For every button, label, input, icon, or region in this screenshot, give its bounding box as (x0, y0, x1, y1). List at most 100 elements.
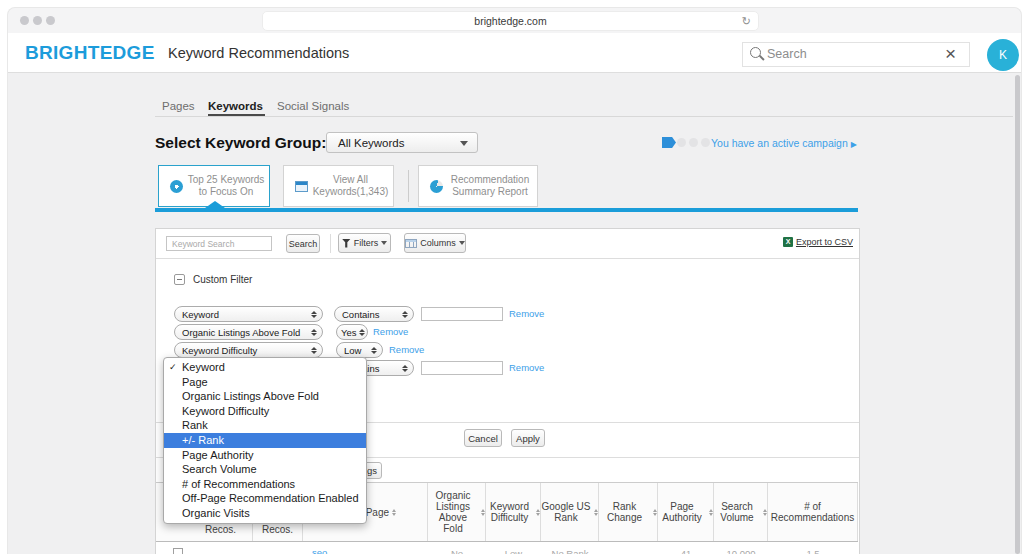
field-dropdown-menu: ✓KeywordPageOrganic Listings Above FoldK… (163, 357, 367, 524)
column-header[interactable]: Rank Change (599, 483, 658, 541)
menu-item[interactable]: Page Authority (164, 448, 366, 463)
scrollbar-thumb[interactable] (1015, 75, 1020, 554)
active-section-bar (155, 208, 858, 212)
excel-icon: X (783, 237, 793, 247)
menu-item[interactable]: Keyword Difficulty (164, 404, 366, 419)
sort-icon[interactable] (481, 509, 485, 516)
row-value: Low (505, 548, 522, 554)
app-header: BRIGHTEDGE Keyword Recommendations Searc… (8, 33, 1021, 73)
checkmark-icon: ✓ (169, 360, 177, 375)
custom-filter-label: Custom Filter (193, 274, 252, 285)
keyword-group-select[interactable]: All Keywords (326, 132, 478, 153)
keyword-group-label: Select Keyword Group: (155, 134, 326, 152)
stepper-icon (402, 311, 408, 319)
chevron-down-icon (459, 241, 465, 245)
stepper-icon (371, 347, 377, 355)
url-text: brightedge.com (474, 15, 546, 27)
tab-keywords[interactable]: Keywords (208, 100, 263, 112)
row-value: 10,000 (726, 548, 755, 554)
filter-select[interactable]: Keyword Difficulty (174, 342, 323, 358)
stepper-icon (311, 347, 317, 355)
sort-icon[interactable] (594, 509, 598, 516)
toolbar-separator (330, 234, 331, 253)
stepper-icon (402, 365, 408, 373)
header-search-box[interactable]: Search × (742, 42, 970, 67)
view-card-2[interactable]: RecommendationSummary Report (418, 165, 538, 207)
view-card-label: View AllKeywords(1,343) (308, 174, 393, 199)
close-icon[interactable]: × (945, 43, 956, 65)
filter-select[interactable]: Contains (334, 306, 414, 322)
active-campaign-link[interactable]: You have an active campaign ▶ (711, 137, 857, 149)
menu-item[interactable]: Organic Listings Above Fold (164, 389, 366, 404)
row-value: No (451, 548, 463, 554)
menu-item[interactable]: ✓Keyword (164, 360, 366, 375)
collapse-icon[interactable] (174, 274, 185, 285)
stepper-icon (311, 329, 317, 337)
pie-icon (430, 180, 443, 193)
browser-window: brightedge.com ↻ BRIGHTEDGE Keyword Reco… (8, 8, 1021, 554)
brightedge-logo: BRIGHTEDGE (25, 42, 155, 64)
remove-filter-link[interactable]: Remove (373, 326, 408, 337)
tab-social-signals[interactable]: Social Signals (277, 100, 349, 112)
column-header[interactable]: Google US Rank (541, 483, 599, 541)
sort-icon[interactable] (392, 509, 396, 516)
remove-filter-link[interactable]: Remove (389, 344, 424, 355)
chevron-down-icon (460, 141, 468, 146)
filter-select[interactable]: Keyword (174, 306, 323, 322)
search-button[interactable]: Search (286, 234, 320, 253)
filter-select[interactable]: Low (336, 342, 383, 358)
address-bar[interactable]: brightedge.com ↻ (262, 11, 759, 31)
keyword-link[interactable]: seo (312, 547, 327, 554)
step-dot (677, 138, 686, 147)
column-header[interactable]: Search Volume (714, 483, 768, 541)
cancel-button[interactable]: Cancel (464, 429, 502, 447)
row-value: 1.5 (806, 548, 819, 554)
remove-filter-link[interactable]: Remove (509, 308, 544, 319)
window-zoom-button[interactable] (46, 16, 55, 25)
window-close-button[interactable] (20, 16, 29, 25)
column-header[interactable]: Organic Listings Above Fold (428, 483, 486, 541)
reload-icon[interactable]: ↻ (742, 12, 751, 30)
menu-item[interactable]: +/- Rank (164, 433, 366, 448)
menu-item[interactable]: Rank (164, 418, 366, 433)
export-to-csv-link[interactable]: X Export to CSV (783, 237, 853, 247)
apply-button[interactable]: Apply (511, 429, 545, 447)
view-card-label: RecommendationSummary Report (443, 174, 537, 199)
sort-icon[interactable] (653, 509, 657, 516)
filter-value-input[interactable] (421, 307, 503, 321)
menu-item[interactable]: # of Recommendations (164, 477, 366, 492)
remove-filter-link[interactable]: Remove (509, 362, 544, 373)
menu-item[interactable]: Organic Visits (164, 506, 366, 521)
arrow-right-icon: ▶ (851, 140, 857, 149)
filter-select[interactable]: Organic Listings Above Fold (174, 324, 323, 340)
window-minimize-button[interactable] (33, 16, 42, 25)
column-header[interactable]: Page Authority (658, 483, 714, 541)
browser-chrome: brightedge.com ↻ (8, 8, 1021, 34)
view-card-1[interactable]: View AllKeywords(1,343) (283, 165, 394, 207)
filter-select[interactable]: Yes (336, 324, 368, 340)
columns-icon (405, 239, 417, 248)
table-icon (295, 181, 308, 192)
column-header[interactable]: Keyword Difficulty (486, 483, 541, 541)
keyword-search-input[interactable] (166, 236, 272, 251)
menu-item[interactable]: Page (164, 375, 366, 390)
columns-button[interactable]: Columns (404, 233, 466, 253)
filters-button[interactable]: Filters (338, 233, 391, 253)
column-header[interactable]: # of Recommendations (768, 483, 858, 541)
chevron-down-icon (381, 241, 387, 245)
menu-item[interactable]: Off-Page Recommendation Enabled (164, 491, 366, 506)
custom-filter-header[interactable]: Custom Filter (174, 274, 252, 285)
row-checkbox[interactable] (173, 548, 183, 554)
sort-icon[interactable] (536, 509, 540, 516)
search-icon (750, 47, 761, 58)
sort-icon[interactable] (763, 509, 767, 516)
panel-toolbar: Search Filters Columns X Export to CSV (156, 229, 859, 259)
row-value: 41 (681, 548, 692, 554)
avatar[interactable]: K (987, 39, 1019, 71)
tabs-divider (155, 116, 1013, 117)
search-placeholder: Search (767, 47, 807, 61)
filter-value-input[interactable] (421, 361, 503, 375)
tab-pages[interactable]: Pages (162, 100, 195, 112)
menu-item[interactable]: Search Volume (164, 462, 366, 477)
sort-icon[interactable] (709, 509, 713, 516)
